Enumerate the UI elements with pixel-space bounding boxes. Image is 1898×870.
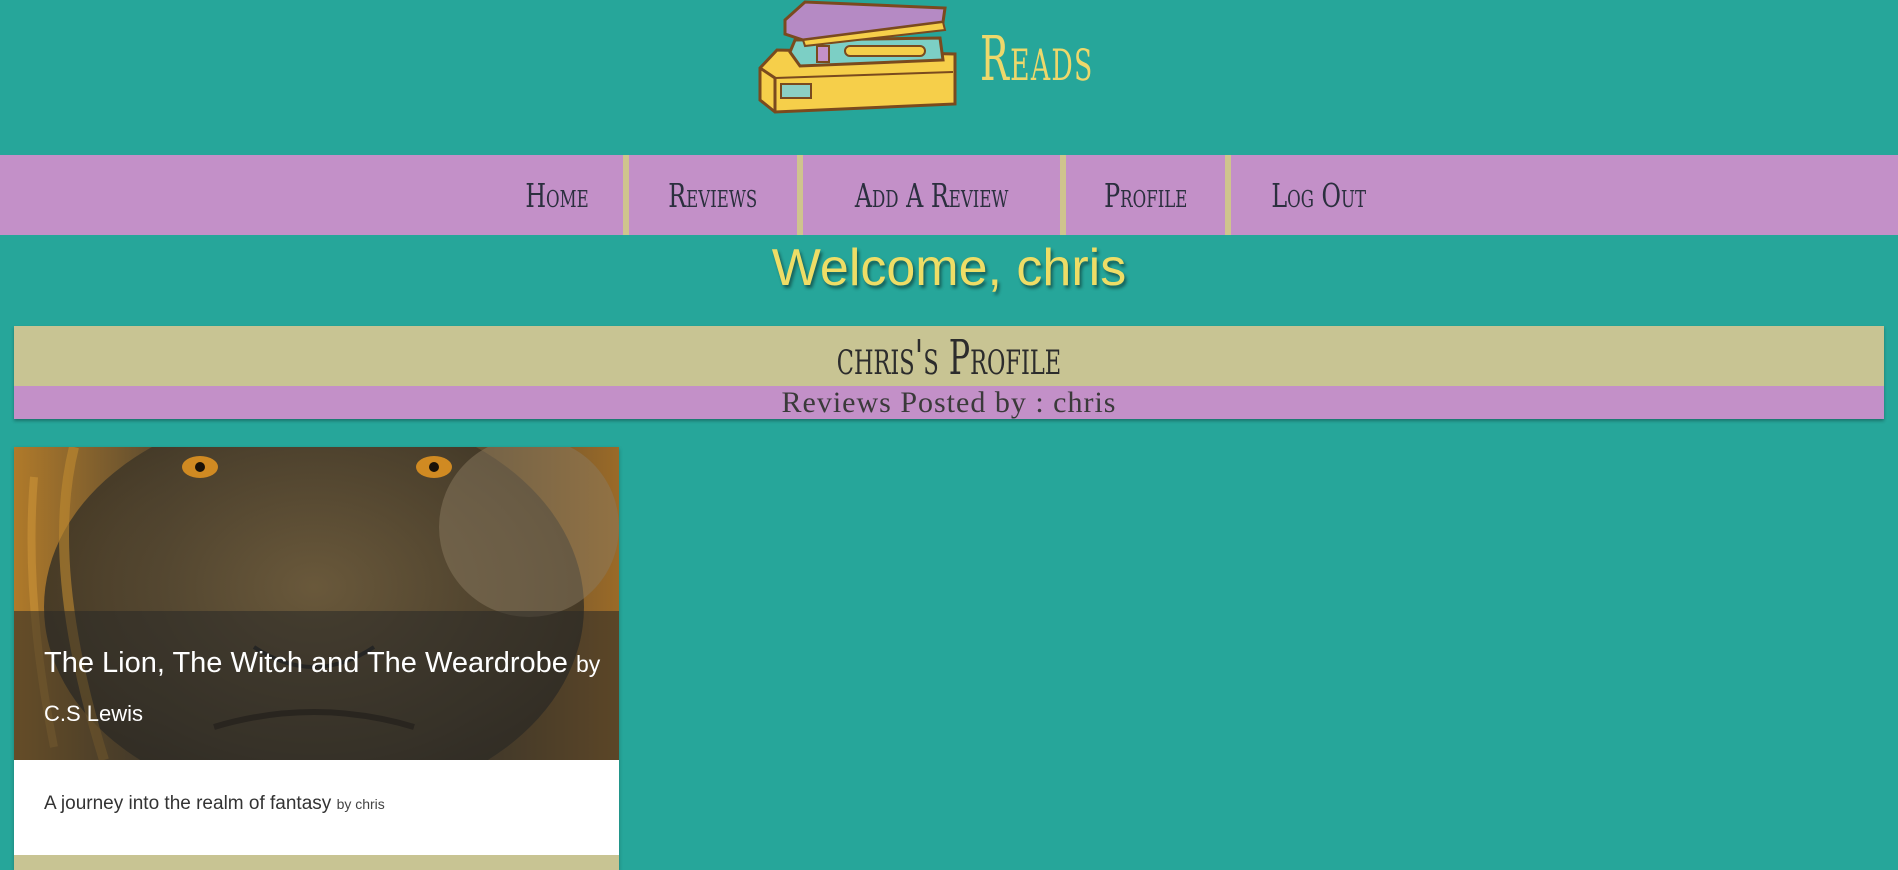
profile-title: chris's Profile — [14, 326, 1884, 386]
nav-log-out[interactable]: Log Out — [1231, 155, 1406, 235]
profile-banner: chris's Profile Reviews Posted by : chri… — [14, 326, 1884, 419]
review-summary: A journey into the realm of fantasy — [44, 793, 332, 814]
nav-profile-label: Profile — [1104, 175, 1188, 215]
nav-home[interactable]: Home — [491, 155, 623, 235]
nav-add-review-label: Add A Review — [854, 175, 1009, 215]
brand-title[interactable]: Reads — [980, 22, 1093, 95]
nav-reviews[interactable]: Reviews — [629, 155, 797, 235]
review-summary-block: A journey into the realm of fantasy by c… — [44, 793, 385, 815]
profile-title-text: chris's Profile — [836, 330, 1062, 386]
nav-home-label: Home — [525, 175, 589, 215]
review-book-title: The Lion, The Witch and The Weardrobe — [44, 647, 568, 679]
review-card[interactable]: The Lion, The Witch and The Weardrobe by… — [14, 447, 619, 870]
main-nav: Home Reviews Add A Review Profile Log Ou… — [0, 155, 1898, 235]
profile-subtitle: Reviews Posted by : chris — [14, 386, 1884, 419]
review-title-block[interactable]: The Lion, The Witch and The Weardrobe by… — [44, 639, 604, 738]
header: Reads — [0, 0, 1898, 155]
nav-add-review[interactable]: Add A Review — [803, 155, 1060, 235]
nav-log-out-label: Log Out — [1271, 175, 1367, 215]
welcome-heading: Welcome, chris — [771, 239, 1127, 297]
review-by-word: by — [575, 651, 601, 677]
review-posted-by: by chris — [336, 796, 385, 812]
review-book-author: C.S Lewis — [44, 701, 144, 726]
card-footer — [14, 855, 619, 870]
nav-reviews-label: Reviews — [668, 175, 758, 215]
book-stack-icon[interactable] — [755, 0, 965, 118]
nav-profile[interactable]: Profile — [1066, 155, 1225, 235]
